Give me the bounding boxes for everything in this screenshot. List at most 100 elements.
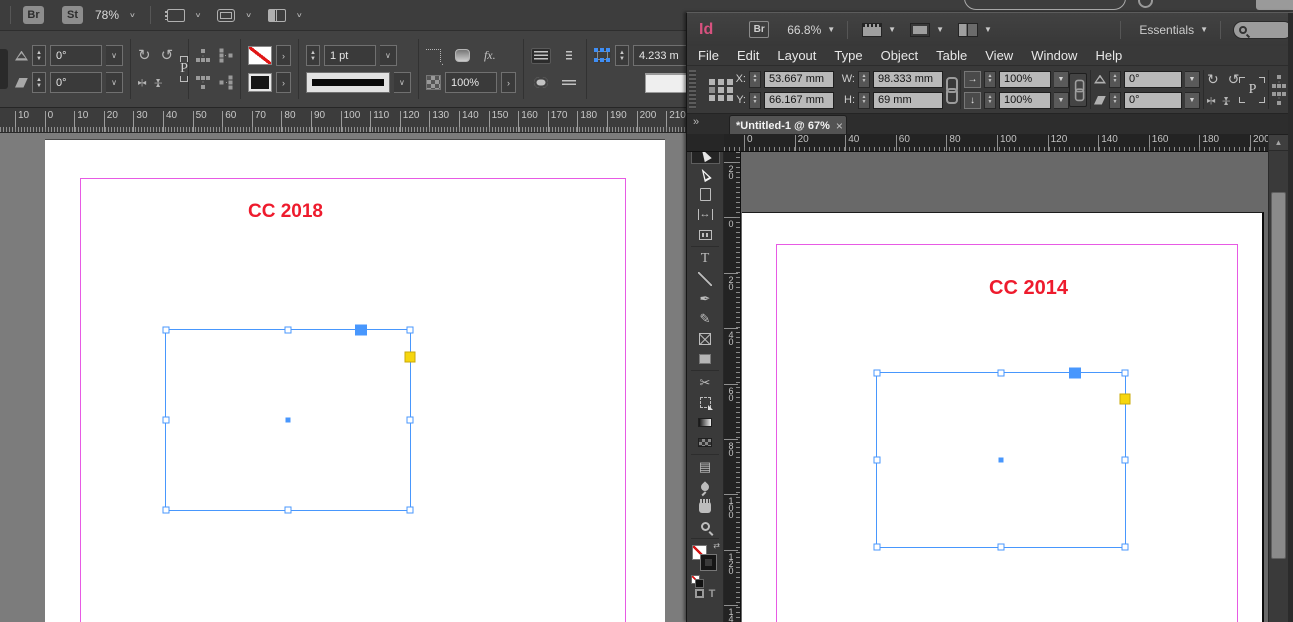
frame-edge-solid-handle[interactable] [355, 324, 368, 336]
search-input[interactable] [1233, 20, 1293, 39]
constrain-dimensions-icon[interactable] [943, 76, 958, 104]
x-stepper[interactable]: ▲ ▼ [749, 70, 761, 88]
line-tool[interactable] [691, 269, 720, 288]
panel-grip[interactable] [689, 70, 696, 109]
scale-y-stepper[interactable]: ▲ ▼ [984, 91, 996, 109]
shear-stepper[interactable]: ▲ ▼ [1109, 91, 1121, 109]
corner-options-icon[interactable] [425, 49, 444, 68]
rotation-angle-field[interactable]: 0° [50, 45, 102, 66]
reference-point-p[interactable]: P [1239, 75, 1266, 105]
gradient-feather-tool[interactable] [691, 433, 720, 452]
frame-handle-middle-right[interactable] [406, 416, 414, 424]
pen-tool[interactable]: ✒ [691, 289, 720, 308]
w-stepper[interactable]: ▲ ▼ [858, 70, 870, 88]
wrap-offset-stepper[interactable]: ▲ ▼ [614, 45, 629, 66]
rectangle-frame-tool[interactable] [691, 329, 720, 348]
hand-tool[interactable] [691, 497, 720, 516]
vertical-scrollbar[interactable]: ▲ [1268, 135, 1288, 622]
bridge-button[interactable]: Br [749, 21, 770, 38]
corner-shape-icon[interactable] [454, 49, 470, 62]
rotation-angle-field[interactable]: 0° [1124, 70, 1182, 88]
fill-more-button[interactable]: › [275, 45, 291, 66]
fill-swatch-none[interactable] [247, 46, 272, 65]
object-style-icon[interactable] [1272, 92, 1286, 105]
formatting-affects-text-button[interactable]: T [709, 589, 716, 600]
frame-handle-top-center[interactable] [284, 326, 292, 334]
wrap-object-shape-button[interactable] [531, 75, 551, 91]
reference-point-proxy[interactable] [709, 78, 715, 93]
zoom-level-value[interactable]: 66.8% [787, 23, 821, 37]
swap-fill-stroke-icon[interactable]: ⇄ [713, 541, 720, 550]
chevron-down-icon[interactable]: ∨ [296, 11, 303, 19]
stroke-swatch-black[interactable] [247, 73, 272, 92]
free-transform-tool[interactable] [691, 393, 720, 412]
page-tool[interactable] [691, 185, 720, 204]
gradient-swatch-tool[interactable] [691, 413, 720, 432]
pencil-tool[interactable]: ✎ [691, 309, 720, 328]
arrange-documents-icon[interactable] [958, 22, 979, 37]
menu-layout[interactable]: Layout [768, 48, 825, 63]
scale-x-field[interactable]: 100% [999, 70, 1051, 88]
h-stepper[interactable]: ▲ ▼ [858, 91, 870, 109]
wrap-offset-field[interactable]: 4.233 m [632, 45, 686, 66]
frame-center-point[interactable] [998, 457, 1004, 463]
scissors-tool[interactable]: ✂ [691, 373, 720, 392]
frame-handle-top-left[interactable] [162, 326, 170, 334]
bridge-button[interactable]: Br [23, 6, 44, 24]
w-value-field[interactable]: 98.333 mm [873, 70, 943, 88]
opacity-field[interactable]: 100% [444, 72, 497, 93]
flip-vertical-button[interactable]: ▸|◂ [154, 79, 163, 86]
object-style-icon[interactable] [195, 49, 210, 62]
corner-options-widget[interactable] [1119, 393, 1131, 405]
selected-frame[interactable] [873, 367, 1131, 551]
screen-mode-icon[interactable] [217, 8, 236, 22]
object-style-icon[interactable] [219, 49, 232, 63]
scale-y-dropdown[interactable]: ▼ [1054, 91, 1069, 109]
h-value-field[interactable]: 69 mm [873, 91, 943, 109]
scrollbar-thumb[interactable] [1271, 192, 1286, 559]
default-fill-stroke-icon[interactable] [691, 575, 704, 588]
frame-handle-bottom-right[interactable] [406, 506, 414, 514]
workspace-switcher[interactable]: Essentials [1139, 23, 1194, 37]
frame-handle-middle-left[interactable] [873, 456, 881, 464]
rotate-cw-button[interactable]: ↻ [1207, 72, 1219, 86]
chevron-down-icon[interactable]: ∨ [245, 11, 252, 19]
frame-handle-bottom-center[interactable] [997, 543, 1005, 551]
docked-panel-edge[interactable] [0, 49, 8, 89]
stroke-weight-stepper[interactable]: ▲ ▼ [305, 45, 320, 66]
object-style-icon[interactable] [1272, 74, 1286, 88]
menu-help[interactable]: Help [1086, 48, 1131, 63]
x-value-field[interactable]: 53.667 mm [764, 70, 834, 88]
view-options-icon[interactable] [164, 8, 185, 22]
rotate-cw-button[interactable]: ↻ [138, 48, 151, 63]
view-options-icon[interactable] [862, 22, 883, 37]
frame-handle-middle-right[interactable] [1121, 456, 1129, 464]
arrange-documents-icon[interactable] [267, 8, 286, 22]
scale-y-field[interactable]: 100% [999, 91, 1051, 109]
dropdown-arrow-icon[interactable]: ▼ [936, 25, 944, 34]
menu-type[interactable]: Type [825, 48, 871, 63]
dropdown-arrow-icon[interactable]: ▼ [827, 25, 835, 34]
dropdown-arrow-icon[interactable]: ▼ [984, 25, 992, 34]
frame-handle-top-center[interactable] [997, 369, 1005, 377]
frame-handle-top-right[interactable] [1121, 369, 1129, 377]
rotate-ccw-button[interactable]: ↺ [161, 48, 174, 63]
jump-object-button[interactable] [559, 75, 579, 91]
object-style-icon[interactable] [196, 76, 210, 89]
stroke-style-dropdown[interactable]: ∨ [393, 72, 411, 93]
scale-x-dropdown[interactable]: ▼ [1054, 70, 1069, 88]
frame-edge-solid-handle[interactable] [1069, 367, 1082, 379]
stroke-weight-dropdown[interactable]: ∨ [379, 45, 397, 66]
tab-close-icon[interactable]: × [836, 120, 843, 132]
shear-dropdown[interactable]: ∨ [106, 72, 123, 93]
gap-tool[interactable]: ↔ [691, 205, 720, 224]
fill-stroke-control[interactable]: ⇄ [692, 541, 720, 573]
no-text-wrap-button[interactable] [530, 47, 551, 64]
frame-handle-bottom-right[interactable] [1121, 543, 1129, 551]
stroke-weight-field[interactable]: 1 pt [323, 45, 376, 66]
note-tool[interactable]: ▤ [691, 457, 720, 476]
zoom-level-value[interactable]: 78% [95, 8, 119, 22]
flip-horizontal-button[interactable]: ▸|◂ [138, 78, 146, 87]
rotation-stepper[interactable]: ▲ ▼ [1109, 70, 1121, 88]
document-tab[interactable]: *Untitled-1 @ 67% × [729, 115, 847, 135]
